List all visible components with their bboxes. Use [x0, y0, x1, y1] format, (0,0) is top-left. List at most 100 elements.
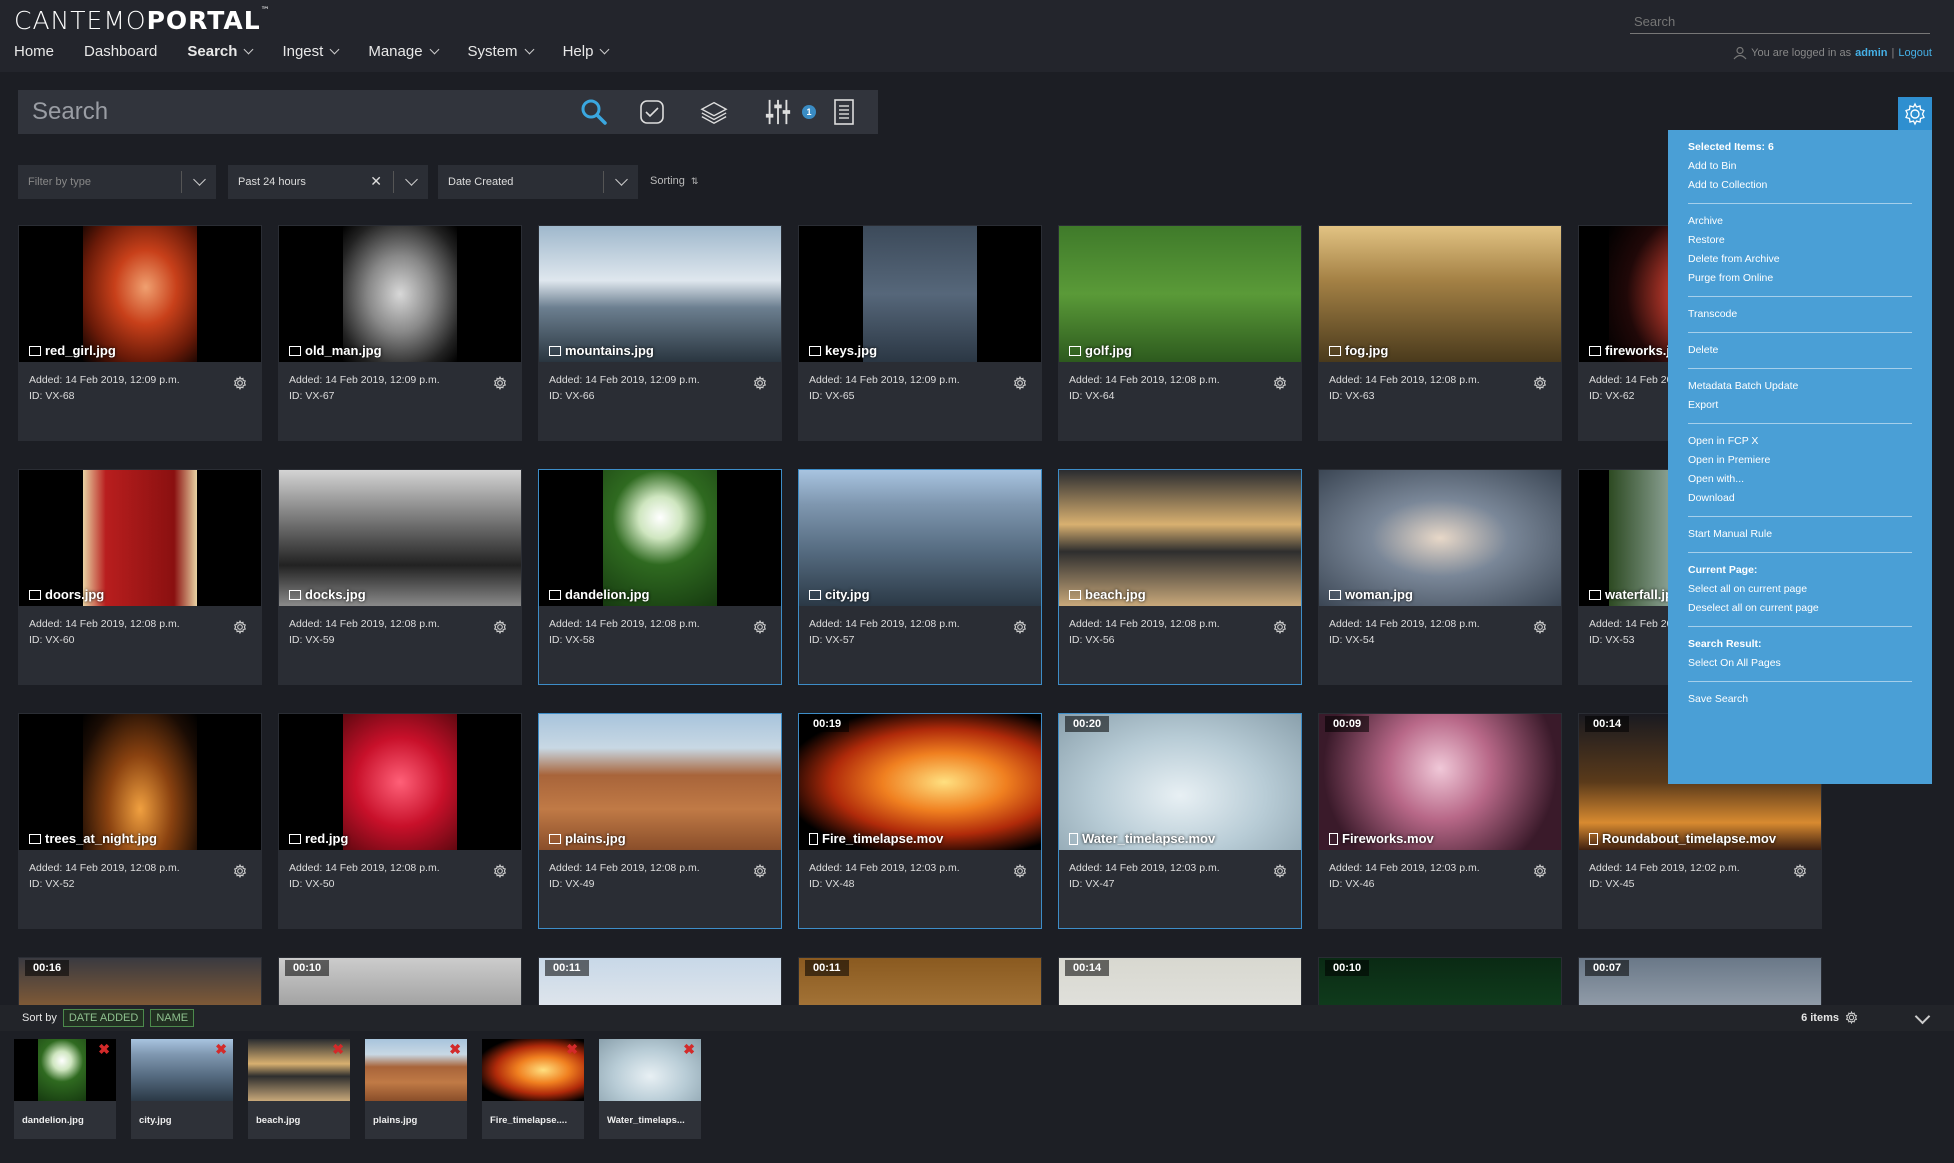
asset-thumbnail[interactable]: red_girl.jpg — [19, 226, 261, 362]
gear-icon[interactable] — [1845, 1011, 1858, 1024]
asset-thumbnail[interactable]: woman.jpg — [1319, 470, 1561, 606]
gear-icon[interactable] — [1013, 863, 1027, 883]
menu-item-export[interactable]: Export — [1688, 396, 1912, 415]
menu-item-select-all-on-current-page[interactable]: Select all on current page — [1688, 580, 1912, 599]
asset-card[interactable]: dandelion.jpg Added: 14 Feb 2019, 12:08 p… — [538, 469, 782, 685]
asset-thumbnail[interactable]: fog.jpg — [1319, 226, 1561, 362]
remove-from-bin-icon[interactable]: ✖ — [449, 1041, 461, 1058]
menu-item-delete-from-archive[interactable]: Delete from Archive — [1688, 250, 1912, 269]
menu-item-add-to-bin[interactable]: Add to Bin — [1688, 157, 1912, 176]
gear-icon[interactable] — [493, 619, 507, 639]
date-field-select[interactable]: Date Created — [438, 165, 638, 199]
menu-item-open-in-fcp-x[interactable]: Open in FCP X — [1688, 432, 1912, 451]
asset-card[interactable]: 00:09 Fireworks.mov Added: 14 Feb 2019, 12… — [1318, 713, 1562, 929]
checkbox-icon[interactable] — [638, 98, 666, 126]
gear-icon[interactable] — [1273, 619, 1287, 639]
asset-card[interactable]: 00:07 — [1578, 957, 1822, 1005]
menu-item-restore[interactable]: Restore — [1688, 231, 1912, 250]
gear-icon[interactable] — [233, 375, 247, 395]
remove-from-bin-icon[interactable]: ✖ — [566, 1041, 578, 1058]
asset-card[interactable]: red_girl.jpg Added: 14 Feb 2019, 12:09 p.… — [18, 225, 262, 441]
menu-item-open-with[interactable]: Open with... — [1688, 470, 1912, 489]
nav-item-system[interactable]: System — [468, 43, 535, 60]
settings-gear-button[interactable] — [1898, 97, 1932, 131]
asset-card[interactable]: fog.jpg Added: 14 Feb 2019, 12:08 p.m. ID:… — [1318, 225, 1562, 441]
nav-item-home[interactable]: Home — [14, 43, 54, 60]
asset-card[interactable]: 00:19 Fire_timelapse.mov Added: 14 Feb 201… — [798, 713, 1042, 929]
gear-icon[interactable] — [1533, 375, 1547, 395]
sort-date-added-button[interactable]: DATE ADDED — [62, 1009, 145, 1027]
asset-card[interactable]: trees_at_night.jpg Added: 14 Feb 2019, 12… — [18, 713, 262, 929]
asset-card[interactable]: 00:14 — [1058, 957, 1302, 1005]
asset-card[interactable]: golf.jpg Added: 14 Feb 2019, 12:08 p.m. ID… — [1058, 225, 1302, 441]
asset-thumbnail[interactable]: trees_at_night.jpg — [19, 714, 261, 850]
menu-item-metadata-batch-update[interactable]: Metadata Batch Update — [1688, 377, 1912, 396]
gear-icon[interactable] — [233, 619, 247, 639]
menu-item-start-manual-rule[interactable]: Start Manual Rule — [1688, 525, 1912, 544]
gear-icon[interactable] — [493, 375, 507, 395]
nav-item-help[interactable]: Help — [563, 43, 610, 60]
remove-from-bin-icon[interactable]: ✖ — [683, 1041, 695, 1058]
bin-item[interactable]: ✖ dandelion.jpg — [14, 1039, 116, 1139]
asset-thumbnail[interactable]: mountains.jpg — [539, 226, 781, 362]
menu-item-deselect-all-on-current-page[interactable]: Deselect all on current page — [1688, 599, 1912, 618]
username-link[interactable]: admin — [1855, 47, 1887, 59]
gear-icon[interactable] — [1793, 863, 1807, 883]
asset-thumbnail[interactable]: 00:07 — [1579, 958, 1821, 1005]
gear-icon[interactable] — [1533, 863, 1547, 883]
gear-icon[interactable] — [1013, 619, 1027, 639]
asset-thumbnail[interactable]: 00:19 Fire_timelapse.mov — [799, 714, 1041, 850]
asset-thumbnail[interactable]: red.jpg — [279, 714, 521, 850]
nav-item-manage[interactable]: Manage — [368, 43, 439, 60]
gear-icon[interactable] — [753, 863, 767, 883]
menu-item-save-search[interactable]: Save Search — [1688, 690, 1912, 709]
bin-item[interactable]: ✖ city.jpg — [131, 1039, 233, 1139]
asset-thumbnail[interactable]: docks.jpg — [279, 470, 521, 606]
asset-card[interactable]: 00:10 — [1318, 957, 1562, 1005]
asset-card[interactable]: docks.jpg Added: 14 Feb 2019, 12:08 p.m. I… — [278, 469, 522, 685]
asset-thumbnail[interactable]: 00:16 — [19, 958, 261, 1005]
search-icon[interactable] — [580, 98, 608, 126]
asset-card[interactable]: keys.jpg Added: 14 Feb 2019, 12:09 p.m. ID… — [798, 225, 1042, 441]
asset-thumbnail[interactable]: golf.jpg — [1059, 226, 1301, 362]
menu-item-select-on-all-pages[interactable]: Select On All Pages — [1688, 654, 1912, 673]
menu-item-open-in-premiere[interactable]: Open in Premiere — [1688, 451, 1912, 470]
sliders-icon[interactable] — [764, 98, 792, 126]
asset-card[interactable]: 00:11 — [798, 957, 1042, 1005]
menu-item-download[interactable]: Download — [1688, 489, 1912, 508]
asset-card[interactable]: woman.jpg Added: 14 Feb 2019, 12:08 p.m. I… — [1318, 469, 1562, 685]
search-input[interactable] — [18, 90, 578, 134]
nav-item-ingest[interactable]: Ingest — [282, 43, 340, 60]
asset-thumbnail[interactable]: 00:10 — [1319, 958, 1561, 1005]
remove-from-bin-icon[interactable]: ✖ — [98, 1041, 110, 1058]
asset-card[interactable]: old_man.jpg Added: 14 Feb 2019, 12:09 p.m… — [278, 225, 522, 441]
gear-icon[interactable] — [1273, 375, 1287, 395]
global-search-input[interactable] — [1630, 10, 1930, 34]
gear-icon[interactable] — [233, 863, 247, 883]
remove-from-bin-icon[interactable]: ✖ — [332, 1041, 344, 1058]
menu-item-purge-from-online[interactable]: Purge from Online — [1688, 269, 1912, 288]
menu-item-transcode[interactable]: Transcode — [1688, 305, 1912, 324]
asset-card[interactable]: 00:10 — [278, 957, 522, 1005]
bin-item[interactable]: ✖ beach.jpg — [248, 1039, 350, 1139]
menu-item-add-to-collection[interactable]: Add to Collection — [1688, 176, 1912, 195]
nav-item-search[interactable]: Search — [187, 43, 254, 60]
gear-icon[interactable] — [1533, 619, 1547, 639]
app-logo[interactable]: CANTEMOPORTAL™ — [14, 6, 271, 35]
asset-thumbnail[interactable]: beach.jpg — [1059, 470, 1301, 606]
asset-thumbnail[interactable]: 00:11 — [539, 958, 781, 1005]
asset-card[interactable]: mountains.jpg Added: 14 Feb 2019, 12:09 p… — [538, 225, 782, 441]
gear-icon[interactable] — [493, 863, 507, 883]
asset-card[interactable]: 00:16 — [18, 957, 262, 1005]
asset-card[interactable]: plains.jpg Added: 14 Feb 2019, 12:08 p.m.… — [538, 713, 782, 929]
asset-thumbnail[interactable]: 00:20 Water_timelapse.mov — [1059, 714, 1301, 850]
asset-card[interactable]: 00:11 — [538, 957, 782, 1005]
asset-card[interactable]: 00:20 Water_timelapse.mov Added: 14 Feb 20… — [1058, 713, 1302, 929]
sort-name-button[interactable]: NAME — [150, 1009, 195, 1027]
asset-thumbnail[interactable]: keys.jpg — [799, 226, 1041, 362]
bin-item[interactable]: ✖ Fire_timelapse.... — [482, 1039, 584, 1139]
gear-icon[interactable] — [753, 375, 767, 395]
gear-icon[interactable] — [1013, 375, 1027, 395]
gear-icon[interactable] — [1273, 863, 1287, 883]
asset-thumbnail[interactable]: dandelion.jpg — [539, 470, 781, 606]
